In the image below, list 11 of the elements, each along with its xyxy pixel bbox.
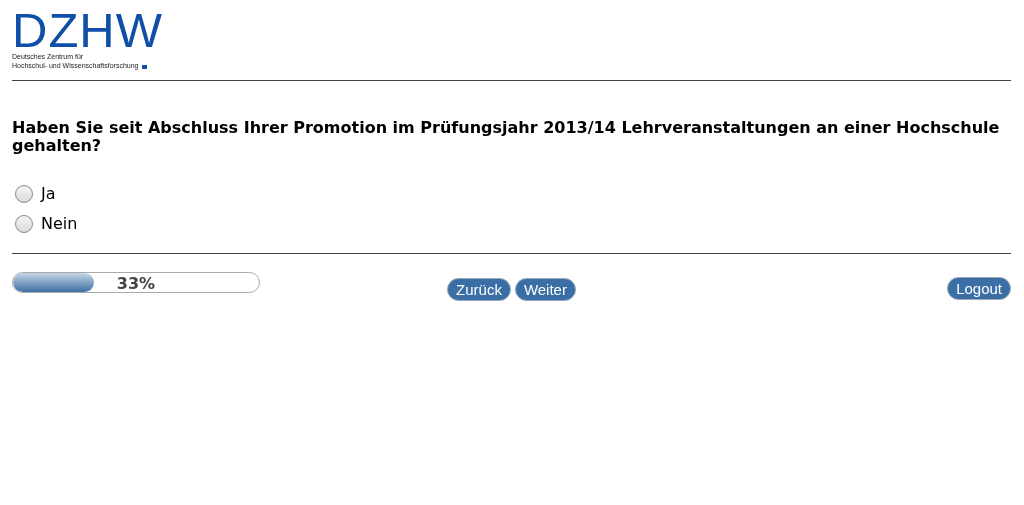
radio-button[interactable]: [15, 215, 33, 233]
option-label: Ja: [41, 183, 56, 205]
progress-reading: 33%: [115, 273, 157, 292]
logout-button[interactable]: Logout: [947, 277, 1011, 300]
radio-button[interactable]: [15, 185, 33, 203]
logo-square-icon: [142, 65, 148, 69]
logo-wordmark: DZHW: [12, 8, 163, 52]
back-button[interactable]: Zurück: [447, 278, 511, 301]
next-button[interactable]: Weiter: [514, 278, 576, 301]
option-label: Nein: [41, 213, 78, 235]
question-text: Haben Sie seit Abschluss Ihrer Promotion im Prüfungsjahr 2013/14 Lehrveranstaltungen an einer Hochschule gehalten?: [12, 119, 1001, 155]
